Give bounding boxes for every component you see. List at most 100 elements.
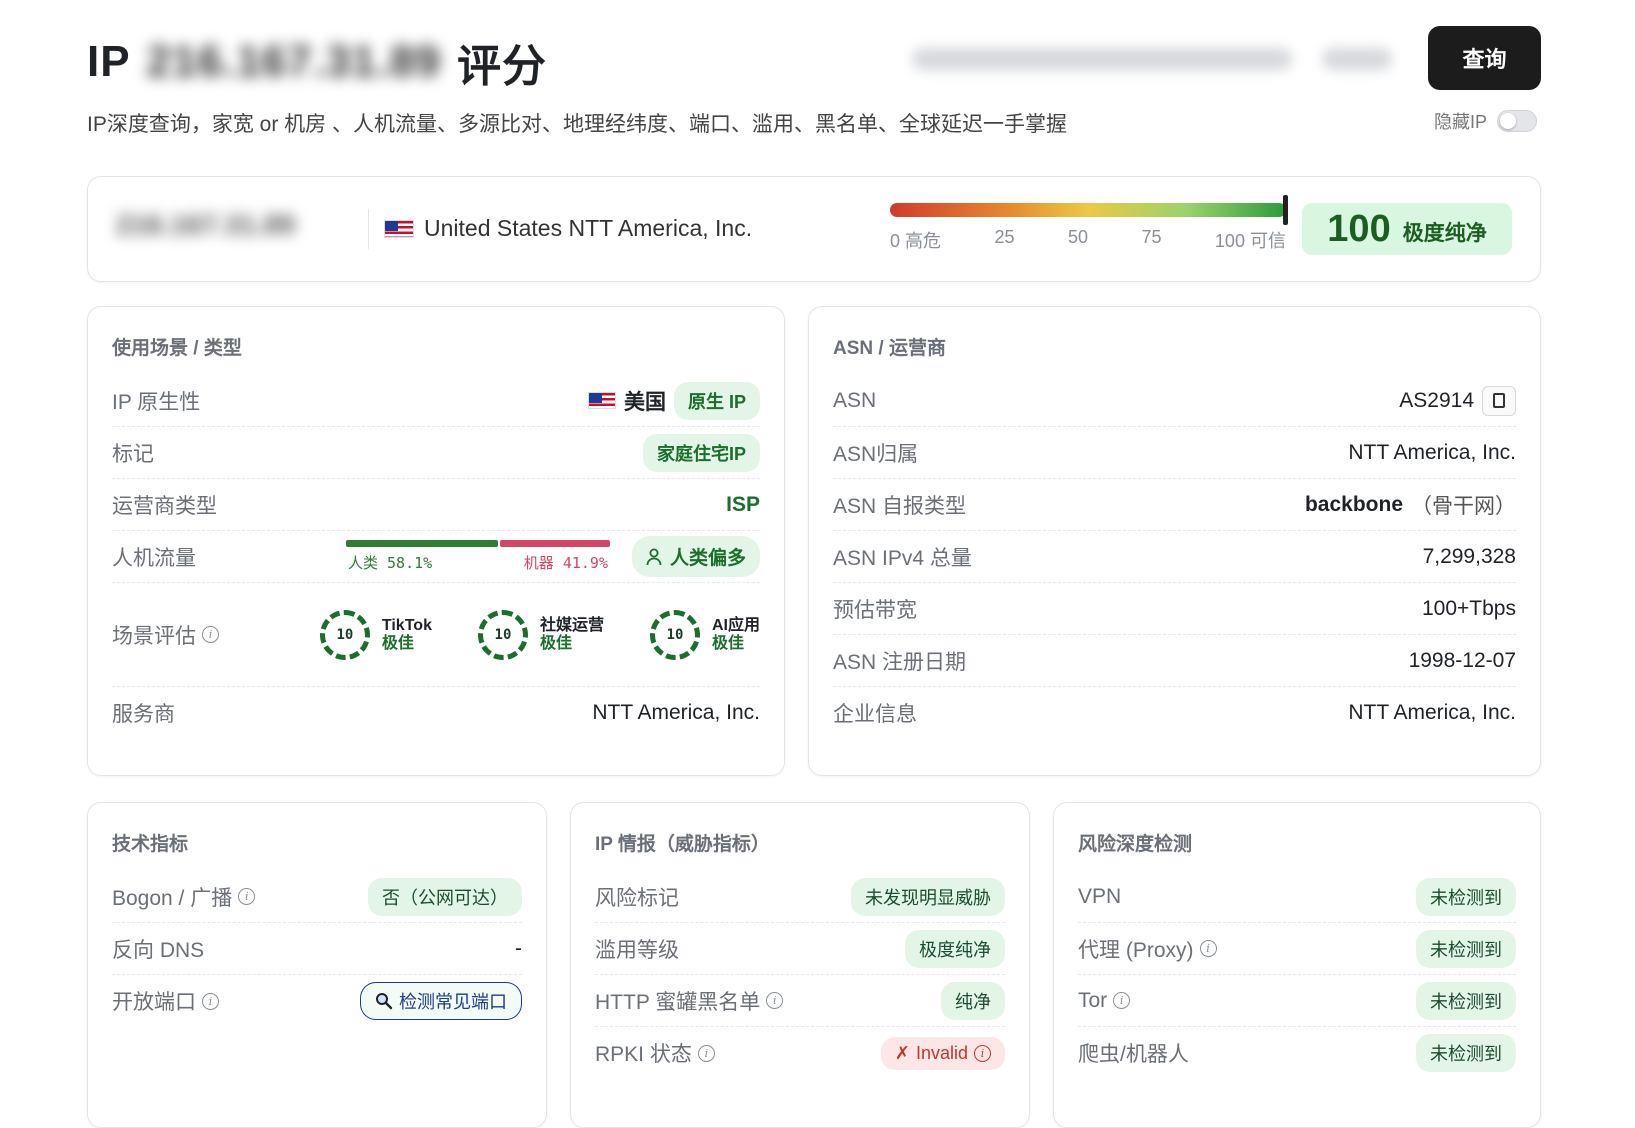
section-title: 使用场景 / 类型: [112, 338, 242, 359]
risk-card: 风险深度检测 VPN 未检测到 代理 (Proxy) i 未检测到 Tor i …: [1053, 802, 1541, 1128]
bogon-label: Bogon / 广播: [112, 886, 233, 910]
gauge-tick: 0 高危: [890, 231, 942, 251]
info-icon[interactable]: i: [238, 888, 256, 905]
scene-tiktok: 10 TikTok 极佳: [319, 609, 432, 660]
row-label: 标记: [112, 442, 154, 466]
info-icon[interactable]: i: [974, 1044, 991, 1062]
copy-button[interactable]: [1482, 385, 1516, 416]
scan-ports-button[interactable]: 检测常见端口: [360, 982, 522, 1020]
info-icon[interactable]: i: [697, 1044, 715, 1062]
gauge-ticks: 0 高危 25 50 75 100 可信: [890, 227, 1286, 253]
machine-pct-label: 机器 41.9%: [523, 554, 608, 572]
scene-ai: 10 AI应用 极佳: [649, 609, 760, 660]
user-icon: [646, 548, 662, 565]
summary-ip: 216.167.31.89: [116, 209, 296, 240]
row-traffic: 人机流量 人类 58.1% 机器 41.9% 人类偏多: [112, 531, 760, 583]
abuse-badge: 极度纯净: [905, 929, 1005, 968]
row-nativity: IP 原生性 美国 原生 IP: [112, 375, 760, 427]
row-value: AS2914: [1399, 385, 1516, 416]
nativity-country: 美国: [623, 390, 666, 414]
asn-value: AS2914: [1399, 388, 1474, 412]
honeypot-badge: 纯净: [941, 981, 1005, 1020]
query-button[interactable]: 查询: [1428, 26, 1541, 90]
info-icon[interactable]: i: [1199, 940, 1217, 957]
summary-location: United States NTT America, Inc.: [384, 215, 752, 242]
machine-bar: [500, 540, 610, 547]
scene-list: 10 TikTok 极佳 10 社媒运营 极佳 10 AI应用 极佳: [319, 609, 760, 660]
row-label: HTTP 蜜罐黑名单 i: [595, 986, 784, 1016]
isp-type-value: ISP: [726, 492, 760, 516]
section-title: 技术指标: [112, 834, 189, 855]
scene-grade: 极佳: [539, 634, 572, 652]
row-label: ASN IPv4 总量: [833, 546, 972, 570]
row-tag: 标记 家庭住宅IP: [112, 427, 760, 479]
tech-card: 技术指标 Bogon / 广播 i 否（公网可达） 反向 DNS - 开放端口 …: [87, 802, 547, 1128]
row-ports: 开放端口 i 检测常见端口: [112, 975, 522, 1027]
us-flag-icon: [384, 219, 414, 238]
hide-ip-toggle-group: 隐藏IP: [1434, 108, 1538, 134]
info-icon[interactable]: i: [202, 626, 219, 643]
scene-label: 场景评估: [112, 624, 196, 648]
row-label: 预估带宽: [833, 598, 917, 622]
gauge-tick: 25: [994, 227, 1015, 247]
row-label: 代理 (Proxy) i: [1078, 934, 1217, 964]
honeypot-label: HTTP 蜜罐黑名单: [595, 990, 761, 1014]
cross-icon: ✗: [894, 1042, 910, 1063]
row-vpn: VPN 未检测到: [1078, 871, 1516, 923]
search-option-blurred[interactable]: [1322, 48, 1392, 70]
row-label: 开放端口 i: [112, 986, 219, 1016]
gauge-tick: 50: [1067, 227, 1088, 247]
page-title: IP 216.167.31.89 评分: [87, 30, 547, 94]
rdns-value: -: [515, 936, 522, 960]
reg-date-value: 1998-12-07: [1408, 648, 1516, 672]
rpki-value: Invalid: [915, 1042, 968, 1063]
traffic-bar-track: [345, 540, 610, 547]
asn-card: ASN / 运营商 ASN AS2914 ASN归属 NTT America, …: [808, 306, 1541, 776]
info-icon[interactable]: i: [1113, 992, 1131, 1009]
scene-name: 社媒运营: [539, 616, 604, 634]
scene-name: AI应用: [711, 616, 760, 634]
row-asn-type: ASN 自报类型 backbone （骨干网）: [833, 479, 1516, 531]
search-field-blurred[interactable]: [912, 48, 1292, 70]
proxy-badge: 未检测到: [1416, 929, 1516, 968]
row-label: 爬虫/机器人: [1078, 1043, 1189, 1066]
scene-text: TikTok 极佳: [382, 617, 432, 653]
rpki-label: RPKI 状态: [595, 1043, 692, 1066]
usage-card: 使用场景 / 类型 IP 原生性 美国 原生 IP 标记 家庭住宅IP 运营商类…: [87, 306, 785, 776]
scene-score-ring: 10: [477, 609, 528, 660]
traffic-badge-text: 人类偏多: [669, 548, 746, 569]
row-bogon: Bogon / 广播 i 否（公网可达）: [112, 871, 522, 923]
search-icon: [376, 993, 393, 1010]
human-pct-label: 人类 58.1%: [347, 554, 433, 572]
row-abuse: 滥用等级 极度纯净: [595, 923, 1005, 975]
row-label: 场景评估 i: [112, 620, 219, 650]
row-label: 风险标记: [595, 886, 679, 910]
row-label: VPN: [1078, 884, 1122, 908]
search-input[interactable]: [912, 44, 1392, 74]
row-rdns: 反向 DNS -: [112, 923, 522, 975]
row-scenes: 场景评估 i 10 TikTok 极佳 10 社媒运营 极佳 10 AI应用 极…: [112, 583, 760, 687]
bot-badge: 未检测到: [1416, 1034, 1516, 1072]
title-prefix: IP: [87, 37, 131, 86]
info-icon[interactable]: i: [202, 992, 219, 1010]
intel-card: IP 情报（威胁指标） 风险标记 未发现明显威胁 滥用等级 极度纯净 HTTP …: [570, 802, 1030, 1128]
gauge-tick: 75: [1141, 227, 1162, 247]
proxy-label: 代理 (Proxy): [1078, 938, 1194, 962]
row-label: 服务商: [112, 703, 175, 726]
tor-label: Tor: [1078, 988, 1108, 1012]
row-asn-owner: ASN归属 NTT America, Inc.: [833, 427, 1516, 479]
row-isp-type: 运营商类型 ISP: [112, 479, 760, 531]
row-label: 运营商类型: [112, 494, 217, 518]
nativity-badge: 原生 IP: [673, 381, 760, 420]
title-ip: 216.167.31.89: [146, 37, 441, 86]
scene-name: TikTok: [381, 616, 432, 634]
asn-type-value: backbone: [1304, 492, 1403, 516]
scene-social: 10 社媒运营 极佳: [477, 609, 604, 660]
row-value: backbone （骨干网）: [1305, 490, 1516, 520]
traffic-labels: 人类 58.1% 机器 41.9%: [346, 552, 610, 573]
info-icon[interactable]: i: [766, 992, 784, 1009]
traffic-bars: 人类 58.1% 机器 41.9%: [345, 540, 610, 573]
hide-ip-toggle[interactable]: [1497, 110, 1538, 132]
scene-text: AI应用 极佳: [712, 617, 760, 653]
scan-ports-label: 检测常见端口: [399, 992, 507, 1012]
